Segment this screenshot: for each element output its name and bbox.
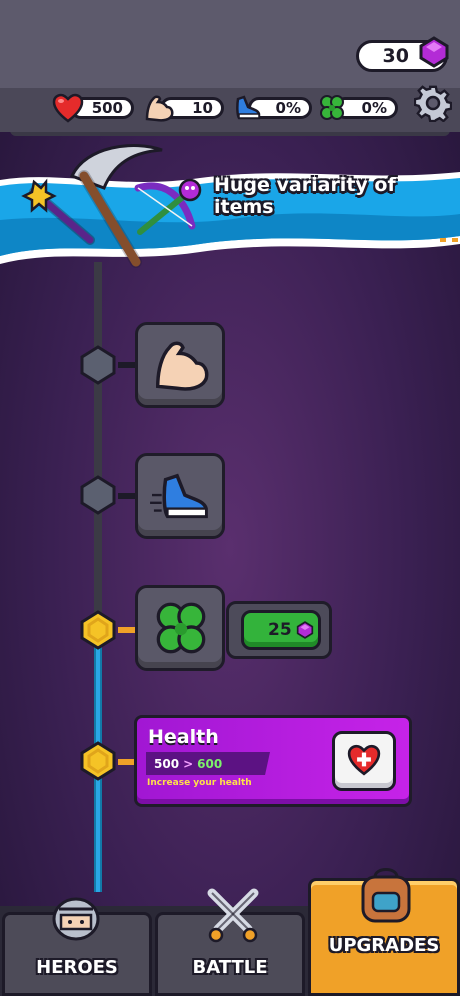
health-upgrade-button[interactable]: [332, 731, 396, 791]
sneaker-icon: [236, 95, 261, 120]
unlocked-node-icon: [80, 610, 116, 650]
upgrade-tile-strength[interactable]: [135, 322, 225, 408]
stat-strength-value: 10: [192, 99, 213, 117]
weapons-illustration: [21, 144, 202, 268]
stat-speed-value: 0%: [275, 99, 301, 117]
tab-heroes-label: HEROES: [36, 957, 118, 978]
tab-upgrades[interactable]: UPGRADES: [308, 868, 460, 996]
price-value: 25: [268, 620, 292, 640]
backpack-icon: [361, 868, 411, 923]
upgrade-tile-luck[interactable]: [135, 585, 225, 671]
heart-icon: [52, 93, 84, 123]
health-values: 500 > 600: [146, 752, 270, 775]
stat-luck-value: 0%: [361, 99, 387, 117]
tab-battle[interactable]: BATTLE: [155, 888, 305, 996]
unlocked-node-icon: [80, 741, 116, 781]
health-next: 600: [197, 756, 223, 771]
stat-health-value: 500: [91, 99, 123, 117]
upgrade-path-locked: [94, 262, 102, 632]
gear-icon[interactable]: [414, 84, 452, 122]
health-description: Increase your health: [147, 778, 252, 788]
sneaker-icon: [150, 473, 208, 519]
health-title: Health: [148, 726, 219, 748]
gem-icon: [419, 36, 449, 68]
tab-upgrades-label: UPGRADES: [328, 935, 440, 956]
gem-count: 30: [382, 45, 409, 67]
tab-heroes[interactable]: HEROES: [2, 897, 152, 996]
heart-plus-icon: [347, 744, 381, 776]
clover-icon: [156, 602, 206, 654]
tab-battle-label: BATTLE: [192, 957, 268, 978]
health-separator: >: [183, 756, 194, 771]
clover-icon: [320, 95, 344, 120]
muscle-icon: [156, 341, 209, 391]
locked-node-icon: [80, 345, 116, 385]
muscle-icon: [145, 95, 174, 122]
health-current: 500: [154, 756, 180, 771]
knight-helmet-icon: [52, 897, 100, 941]
gem-icon: [296, 621, 313, 639]
banner-title: Huge variarity of items: [214, 174, 396, 218]
locked-node-icon: [80, 475, 116, 515]
upgrade-tile-speed[interactable]: [135, 453, 225, 539]
crossed-swords-icon: [207, 888, 259, 943]
buy-luck-button[interactable]: 25: [241, 610, 321, 650]
